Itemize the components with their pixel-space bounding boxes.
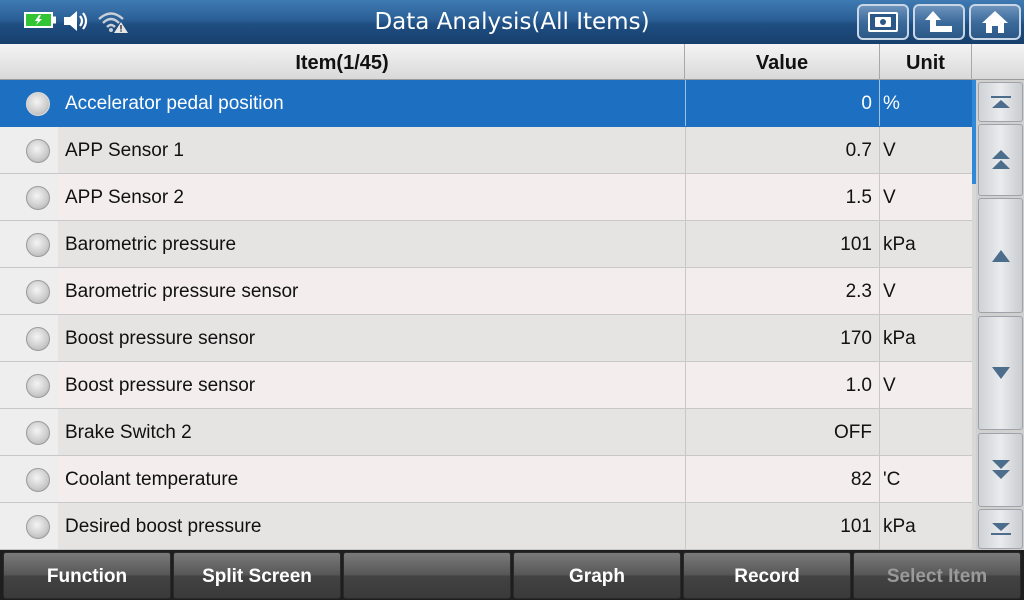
select-item-button[interactable]: Select Item: [853, 552, 1021, 599]
table-row[interactable]: APP Sensor 2 1.5 V: [0, 174, 972, 221]
scroll-top-icon: [990, 96, 1011, 108]
speaker-icon: [62, 8, 92, 34]
item-unit: kPa: [883, 234, 916, 255]
item-value: 101: [685, 221, 880, 267]
back-button[interactable]: [913, 4, 965, 40]
item-name: APP Sensor 2: [65, 187, 185, 208]
table-row[interactable]: Boost pressure sensor 1.0 V: [0, 362, 972, 409]
table-row[interactable]: Brake Switch 2 OFF: [0, 409, 972, 456]
function-button[interactable]: Function: [3, 552, 171, 599]
item-unit: V: [883, 187, 896, 208]
column-header-item: Item(1/45): [0, 44, 685, 80]
page-down-button[interactable]: [978, 433, 1023, 507]
item-name: Barometric pressure: [65, 234, 237, 255]
row-select-radio[interactable]: [26, 280, 50, 304]
row-select-radio[interactable]: [26, 468, 50, 492]
row-select-radio[interactable]: [26, 92, 50, 116]
item-value: 1.0: [685, 362, 880, 408]
item-unit: V: [883, 140, 896, 161]
item-name: Coolant temperature: [65, 469, 239, 490]
item-name: APP Sensor 1: [65, 140, 185, 161]
title-bar: Data Analysis(All Items): [0, 0, 1024, 44]
blank-button[interactable]: [343, 552, 511, 599]
item-value: 0: [685, 80, 880, 126]
table-header: Item(1/45) Value Unit: [0, 44, 1024, 80]
item-unit: kPa: [883, 328, 916, 349]
record-button[interactable]: Record: [683, 552, 851, 599]
column-header-unit: Unit: [880, 44, 972, 80]
bottom-toolbar: Function Split Screen Graph Record Selec…: [0, 550, 1024, 600]
wifi-warning-icon: [96, 8, 130, 34]
home-icon: [982, 11, 1008, 33]
row-select-radio[interactable]: [26, 186, 50, 210]
home-button[interactable]: [969, 4, 1021, 40]
item-name: Boost pressure sensor: [65, 328, 256, 349]
battery-charging-icon: [24, 12, 56, 28]
table-row[interactable]: Accelerator pedal position 0 %: [0, 80, 972, 127]
row-select-radio[interactable]: [26, 421, 50, 445]
item-value: 82: [685, 456, 880, 502]
row-select-radio[interactable]: [26, 327, 50, 351]
item-value: 1.5: [685, 174, 880, 220]
row-select-radio[interactable]: [26, 515, 50, 539]
item-unit: %: [883, 93, 900, 114]
item-name: Boost pressure sensor: [65, 375, 256, 396]
column-header-value: Value: [685, 44, 880, 80]
item-unit: kPa: [883, 516, 916, 537]
table-row[interactable]: Barometric pressure 101 kPa: [0, 221, 972, 268]
table-row[interactable]: Coolant temperature 82 'C: [0, 456, 972, 503]
item-name: Brake Switch 2: [65, 422, 192, 443]
table-row[interactable]: Desired boost pressure 101 kPa: [0, 503, 972, 550]
item-unit: [882, 409, 972, 455]
item-value: OFF: [685, 409, 880, 455]
scroll-controls: [976, 80, 1024, 550]
column-header-blank: [972, 44, 1024, 80]
item-value: 101: [685, 503, 880, 549]
scroll-up-button[interactable]: [978, 198, 1023, 313]
item-name: Barometric pressure sensor: [65, 281, 299, 302]
item-unit: 'C: [883, 469, 901, 490]
scroll-down-button[interactable]: [978, 316, 1023, 430]
page-up-button[interactable]: [978, 124, 1023, 196]
row-select-radio[interactable]: [26, 233, 50, 257]
item-value: 0.7: [685, 127, 880, 173]
row-select-radio[interactable]: [26, 374, 50, 398]
table-row[interactable]: Barometric pressure sensor 2.3 V: [0, 268, 972, 315]
line-up-icon: [991, 249, 1010, 262]
item-unit: V: [883, 375, 896, 396]
graph-button[interactable]: Graph: [513, 552, 681, 599]
scroll-bottom-icon: [990, 523, 1011, 535]
item-value: 170: [685, 315, 880, 361]
page-down-icon: [991, 460, 1010, 479]
screenshot-icon: [868, 12, 898, 32]
split-screen-button[interactable]: Split Screen: [173, 552, 341, 599]
row-select-radio[interactable]: [26, 139, 50, 163]
data-table: Accelerator pedal position 0 % APP Senso…: [0, 80, 972, 550]
screenshot-button[interactable]: [857, 4, 909, 40]
table-row[interactable]: Boost pressure sensor 170 kPa: [0, 315, 972, 362]
scroll-top-button[interactable]: [978, 82, 1023, 122]
item-value: 2.3: [685, 268, 880, 314]
table-row[interactable]: APP Sensor 1 0.7 V: [0, 127, 972, 174]
line-down-icon: [991, 367, 1010, 379]
back-arrow-icon: [925, 11, 952, 32]
item-name: Desired boost pressure: [65, 516, 262, 537]
page-up-icon: [991, 150, 1010, 169]
item-name: Accelerator pedal position: [65, 93, 284, 114]
scroll-bottom-button[interactable]: [978, 509, 1023, 549]
item-unit: V: [883, 281, 896, 302]
